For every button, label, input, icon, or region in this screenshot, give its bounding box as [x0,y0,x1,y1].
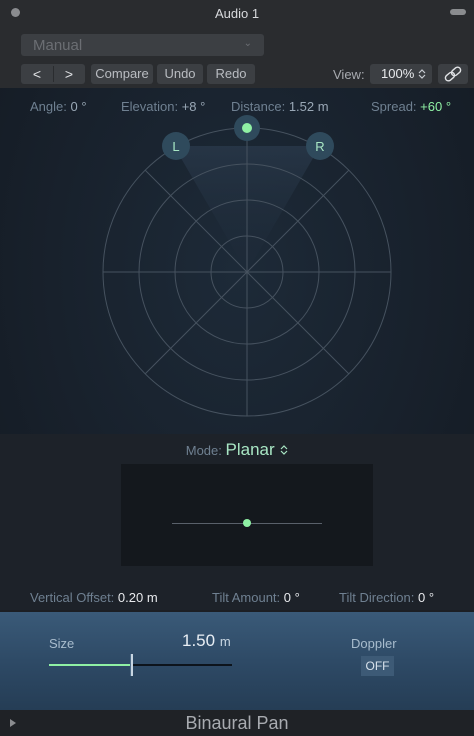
tilt-amount-readout[interactable]: Tilt Amount: 0 ° [212,590,300,605]
previous-preset-button[interactable]: < [21,64,53,84]
left-channel-marker[interactable]: L [162,132,190,160]
title-bar: Audio 1 [0,0,474,32]
undo-button[interactable]: Undo [157,64,203,84]
toolbar: < > Compare Undo Redo View: 100% [0,62,474,88]
mode-value: Planar [225,440,275,459]
size-value-readout[interactable]: 1.50 m [182,631,231,651]
doppler-toggle[interactable]: OFF [361,656,394,676]
source-position-handle[interactable] [234,115,260,141]
view-zoom-select[interactable]: 100% [370,64,432,84]
mode-label: Mode: [185,443,222,458]
vertical-offset-value: 0.20 m [117,590,158,605]
redo-button[interactable]: Redo [207,64,255,84]
left-channel-label: L [172,139,179,154]
mode-selector[interactable]: Mode: Planar [0,440,474,460]
size-doppler-panel: Size 1.50 m Doppler OFF [0,612,474,710]
plane-view[interactable] [121,464,373,566]
plane-source-dot[interactable] [243,519,251,527]
next-preset-button[interactable]: > [53,64,85,84]
vertical-offset-label: Vertical Offset: [30,590,115,605]
window-title: Audio 1 [214,6,260,21]
preset-row: Manual ⌄ [0,32,474,62]
preset-value: Manual [33,37,83,54]
right-channel-marker[interactable]: R [306,132,334,160]
updown-chevron-icon [280,445,288,455]
vertical-offset-readout[interactable]: Vertical Offset: 0.20 m [30,590,158,605]
tilt-direction-readout[interactable]: Tilt Direction: 0 ° [339,590,434,605]
size-unit: m [219,634,231,649]
size-slider-handle[interactable] [130,654,133,676]
window-resize-pill[interactable] [450,9,466,15]
right-channel-label: R [315,139,324,154]
preset-select[interactable]: Manual ⌄ [21,34,264,56]
footer: Binaural Pan [0,710,474,736]
chevron-down-icon: ⌄ [243,38,252,49]
polar-panner[interactable]: L R [0,88,474,434]
updown-chevron-icon [418,69,426,79]
size-slider-fill [49,664,131,666]
tilt-amount-value: 0 ° [283,590,300,605]
size-value: 1.50 [182,631,216,650]
view-label: View: [333,67,365,82]
link-icon [444,66,462,82]
tilt-direction-label: Tilt Direction: [339,590,415,605]
view-zoom-value: 100% [381,66,415,81]
size-slider[interactable] [49,664,232,666]
compare-button[interactable]: Compare [91,64,153,84]
tilt-amount-label: Tilt Amount: [212,590,281,605]
size-label: Size [49,636,75,651]
doppler-label: Doppler [351,636,397,651]
plugin-name: Binaural Pan [185,713,289,733]
link-button[interactable] [438,64,468,84]
tilt-direction-value: 0 ° [418,590,435,605]
nav-group: < > [21,64,85,84]
